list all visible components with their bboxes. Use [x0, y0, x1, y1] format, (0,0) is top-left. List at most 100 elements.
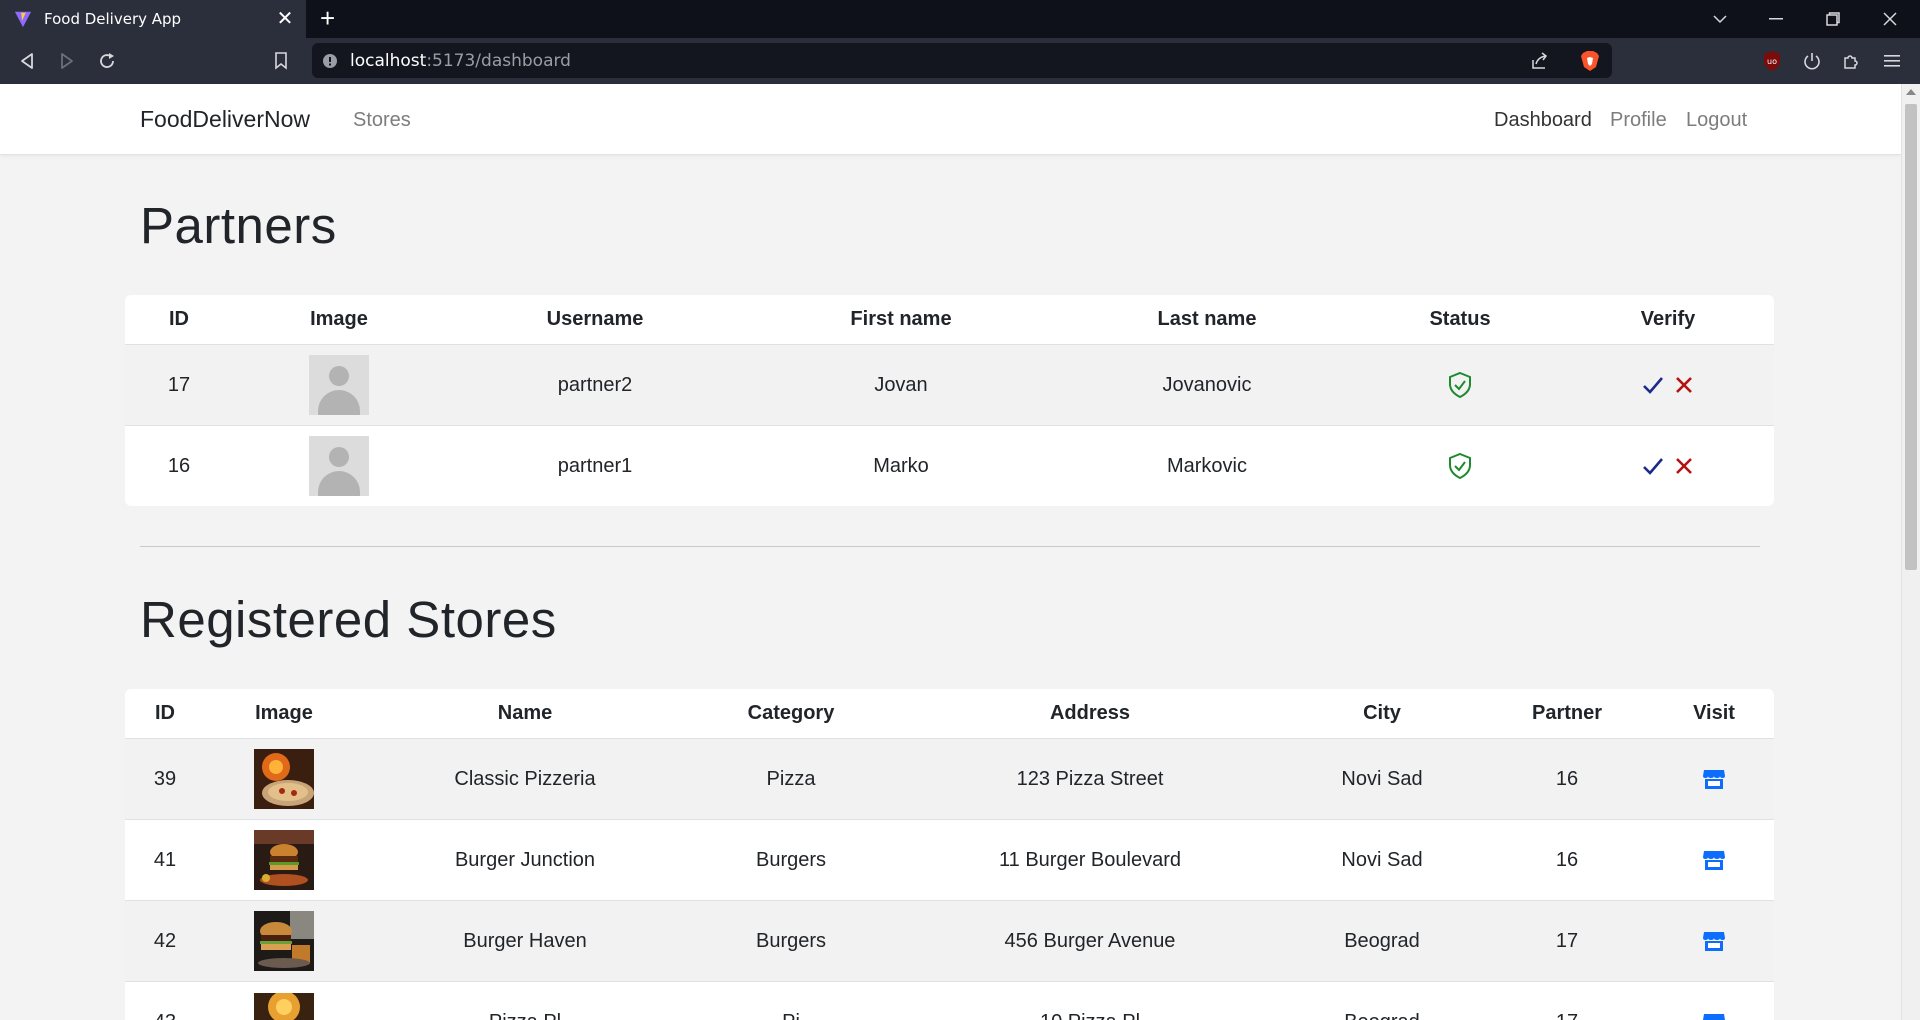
close-icon[interactable] — [1675, 345, 1693, 425]
partner-image — [309, 426, 369, 506]
table-row: 43 Pizza Pl Pi 10 Pizza Pl Beograd 17 — [125, 982, 1774, 1020]
url-text: localhost:5173/dashboard — [350, 51, 571, 71]
url-bar[interactable]: localhost:5173/dashboard — [312, 43, 1612, 78]
store-address: 456 Burger Avenue — [1004, 929, 1176, 952]
col-id: ID — [169, 308, 189, 330]
check-icon[interactable] — [1642, 345, 1664, 425]
table-row: 41 Burger Junction Burgers 11 Burger Bou… — [125, 820, 1774, 901]
forward-icon[interactable] — [54, 50, 80, 72]
store-city: Novi Sad — [1341, 848, 1423, 871]
tab-title: Food Delivery App — [44, 10, 182, 28]
table-row: 17 partner2 Jovan Jovanovic — [125, 345, 1774, 426]
avatar — [309, 355, 369, 415]
store-icon[interactable] — [1702, 901, 1726, 981]
col-category: Category — [747, 702, 835, 724]
store-icon[interactable] — [1702, 820, 1726, 900]
store-name: Burger Haven — [463, 929, 587, 952]
close-window-icon[interactable] — [1862, 0, 1918, 38]
store-address: 123 Pizza Street — [1016, 767, 1164, 790]
partner-image — [309, 345, 369, 425]
menu-icon[interactable] — [1880, 49, 1904, 73]
close-tab-icon[interactable]: ✕ — [274, 9, 296, 29]
store-image — [254, 820, 314, 900]
store-icon[interactable] — [1702, 739, 1726, 819]
col-image: Image — [255, 702, 313, 724]
col-first-name: First name — [850, 308, 952, 330]
scroll-up-icon[interactable] — [1906, 89, 1916, 95]
burger-photo — [254, 830, 314, 890]
store-partner: 16 — [1555, 767, 1579, 790]
browser-tab[interactable]: Food Delivery App ✕ — [0, 0, 306, 38]
burger-photo — [254, 911, 314, 971]
partner-last-name: Markovic — [1166, 454, 1248, 477]
store-name: Pizza Pl — [489, 982, 561, 1020]
stores-table: ID Image Name Category Address City Part… — [125, 689, 1774, 1020]
bookmark-icon[interactable] — [268, 50, 294, 72]
partner-last-name: Jovanovic — [1162, 373, 1252, 396]
col-partner: Partner — [1531, 702, 1603, 724]
col-status: Status — [1429, 308, 1491, 330]
back-icon[interactable] — [14, 50, 40, 72]
store-category: Burgers — [755, 848, 827, 871]
store-category: Pizza — [766, 767, 816, 790]
reload-icon[interactable] — [94, 50, 120, 72]
stores-header-row: ID Image Name Category Address City Part… — [125, 689, 1774, 739]
url-host: localhost — [350, 50, 427, 71]
pizza-photo — [254, 749, 314, 809]
store-partner: 16 — [1555, 848, 1579, 871]
store-address: 11 Burger Boulevard — [999, 848, 1181, 871]
power-icon[interactable] — [1800, 49, 1824, 73]
extensions-icon[interactable] — [1839, 49, 1863, 73]
nav-stores[interactable]: Stores — [353, 109, 411, 132]
minimize-icon[interactable] — [1748, 0, 1804, 38]
vite-favicon-icon — [14, 11, 32, 28]
verified-shield-icon — [1448, 426, 1472, 506]
store-partner: 17 — [1555, 929, 1579, 952]
partners-table: ID Image Username First name Last name S… — [125, 295, 1774, 506]
restore-icon[interactable] — [1805, 0, 1861, 38]
store-id: 39 — [153, 767, 177, 790]
store-icon[interactable] — [1702, 982, 1726, 1020]
url-path: :5173/dashboard — [426, 50, 571, 71]
brand-link[interactable]: FoodDeliverNow — [140, 106, 310, 133]
store-id: 43 — [154, 982, 176, 1020]
close-icon[interactable] — [1675, 426, 1693, 506]
col-address: Address — [1049, 702, 1131, 724]
browser-tab-bar: Food Delivery App ✕ + — [0, 0, 1920, 38]
partner-first-name: Jovan — [874, 373, 928, 396]
store-image — [254, 739, 314, 819]
store-image — [254, 901, 314, 981]
pizza-photo — [254, 992, 314, 1020]
partner-id: 17 — [167, 373, 191, 396]
new-tab-icon[interactable]: + — [320, 4, 335, 32]
share-icon[interactable] — [1528, 49, 1552, 73]
store-city: Beograd — [1344, 982, 1420, 1020]
col-image: Image — [310, 308, 368, 330]
tab-list-chevron-icon[interactable] — [1692, 0, 1748, 38]
section-divider — [140, 546, 1760, 547]
store-category: Burgers — [755, 929, 827, 952]
verified-shield-icon — [1448, 345, 1472, 425]
store-category: Pi — [782, 982, 800, 1020]
store-city: Beograd — [1344, 929, 1420, 952]
brave-shield-icon[interactable] — [1578, 49, 1602, 73]
col-name: Name — [497, 702, 553, 724]
store-id: 41 — [153, 848, 177, 871]
col-id: ID — [155, 702, 175, 724]
nav-logout[interactable]: Logout — [1686, 109, 1747, 132]
partners-title: Partners — [140, 197, 337, 254]
store-image — [254, 982, 314, 1020]
nav-profile[interactable]: Profile — [1610, 109, 1667, 132]
scrollbar-thumb[interactable] — [1905, 104, 1917, 570]
partner-id: 16 — [167, 454, 191, 477]
nav-dashboard[interactable]: Dashboard — [1494, 109, 1592, 132]
check-icon[interactable] — [1642, 426, 1664, 506]
store-name: Classic Pizzeria — [454, 767, 596, 790]
ublock-icon[interactable]: uo — [1760, 49, 1784, 73]
store-city: Novi Sad — [1341, 767, 1423, 790]
store-partner: 17 — [1556, 982, 1578, 1020]
col-last-name: Last name — [1157, 308, 1257, 330]
partner-username: partner2 — [557, 373, 633, 396]
app-navbar: FoodDeliverNow Stores Dashboard Profile … — [0, 84, 1901, 155]
site-info-icon[interactable] — [322, 53, 338, 69]
